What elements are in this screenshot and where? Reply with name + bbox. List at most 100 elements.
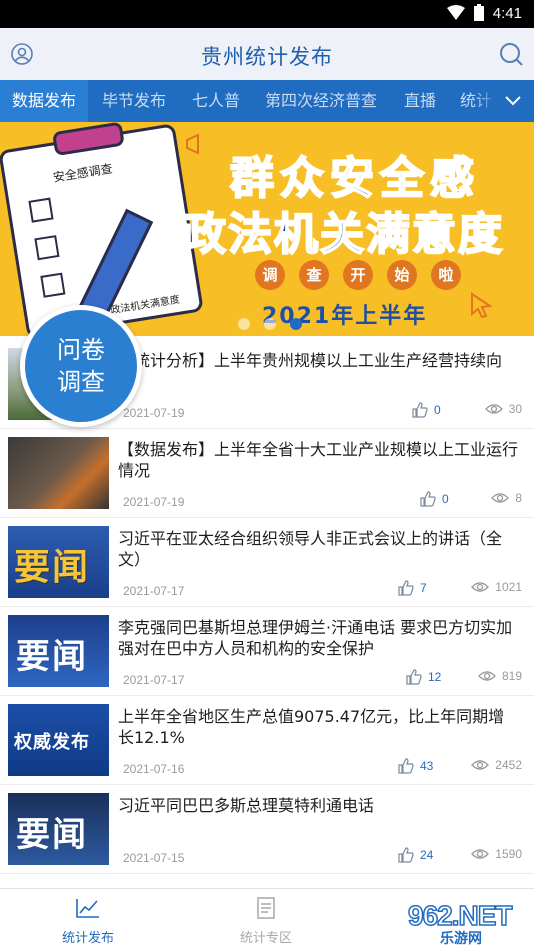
- list-item[interactable]: 要闻 习近平在亚太经合组织领导人非正式会议上的讲话（全文） 2021-07-17…: [0, 518, 534, 607]
- list-item[interactable]: 要闻 李克强同巴基斯坦总理伊姆兰·汗通电话 要求巴方切实加强对在巴中方人员和机构…: [0, 607, 534, 696]
- view-counter: 1021: [471, 580, 522, 594]
- tab-live[interactable]: 直播: [404, 80, 436, 122]
- thumbnail-text: 要闻: [16, 637, 88, 677]
- survey-label-line1: 问卷: [57, 336, 105, 364]
- banner-pill: 查: [299, 260, 329, 290]
- news-date: 2021-07-16: [123, 762, 185, 776]
- view-count: 819: [501, 669, 522, 683]
- like-count: 24: [420, 848, 434, 862]
- checkbox-icon: [34, 235, 60, 261]
- like-counter[interactable]: 43: [398, 758, 433, 774]
- status-icons: 4:41: [446, 4, 522, 22]
- watermark-sub: 乐游网: [440, 931, 482, 947]
- document-icon: [257, 897, 275, 919]
- news-title: 【数据发布】上半年全省十大工业产业规模以上工业运行情况: [118, 440, 519, 480]
- banner-headline-2: 政法机关满意度: [181, 208, 504, 261]
- view-count: 2452: [495, 758, 522, 772]
- thumbnail-text: 要闻: [16, 815, 88, 855]
- eye-icon: [471, 760, 490, 770]
- news-title: 习近平同巴巴多斯总理莫特利通电话: [118, 796, 375, 815]
- news-thumbnail: 权威发布: [8, 704, 109, 776]
- like-counter[interactable]: 12: [406, 669, 441, 685]
- eye-icon: [471, 582, 490, 592]
- news-thumbnail: 要闻: [8, 793, 109, 865]
- view-counter: 1590: [471, 847, 522, 861]
- view-counter: 2452: [471, 758, 522, 772]
- megaphone-icon: [186, 133, 199, 155]
- banner-pill: 始: [387, 260, 417, 290]
- eye-icon: [471, 849, 490, 859]
- status-bar: 4:41: [0, 0, 534, 28]
- chevron-down-icon[interactable]: [502, 89, 524, 111]
- checkbox-icon: [28, 197, 54, 223]
- banner-pill: 开: [343, 260, 373, 290]
- banner-pill: 调: [255, 260, 285, 290]
- tab-data-release[interactable]: 数据发布: [0, 80, 89, 122]
- carousel-dot[interactable]: [238, 318, 250, 330]
- eye-icon: [478, 671, 496, 681]
- news-title: 李克强同巴基斯坦总理伊姆兰·汗通电话 要求巴方切实加强对在巴中方人员和机构的安全…: [118, 618, 513, 658]
- like-count: 12: [428, 670, 442, 684]
- like-counter[interactable]: 7: [398, 580, 427, 596]
- like-counter[interactable]: 0: [412, 402, 441, 418]
- banner-headline-1: 群众安全感: [229, 152, 480, 205]
- news-date: 2021-07-19: [123, 495, 185, 509]
- list-item[interactable]: 要闻 习近平同巴巴多斯总理莫特利通电话 2021-07-15 24 1590: [0, 785, 534, 874]
- banner-pill: 啦: [431, 260, 461, 290]
- carousel-dot[interactable]: [264, 318, 276, 330]
- view-count: 1590: [495, 847, 522, 861]
- carousel-dot-active[interactable]: [290, 318, 302, 330]
- line-chart-icon: [76, 899, 99, 918]
- nav-stat-zone[interactable]: 统计专区: [206, 897, 326, 946]
- view-count: 1021: [495, 580, 522, 594]
- like-counter[interactable]: 0: [420, 491, 449, 507]
- like-count: 0: [434, 403, 441, 417]
- view-count: 8: [515, 491, 522, 505]
- news-date: 2021-07-17: [123, 584, 185, 598]
- news-title: 上半年全省地区生产总值9075.47亿元，比上年同期增长12.1%: [118, 707, 505, 747]
- thumbnail-text: 要闻: [14, 547, 91, 588]
- view-count: 30: [508, 402, 522, 416]
- news-thumbnail: 要闻: [8, 615, 109, 687]
- thumbnail-text: 权威发布: [14, 732, 90, 753]
- cursor-icon: [471, 292, 493, 319]
- app-header: 贵州统计发布: [0, 28, 534, 80]
- news-title: 【统计分析】上半年贵州规模以上工业生产经营持续向: [118, 351, 503, 370]
- thumbs-up-icon: [398, 847, 414, 863]
- like-counter[interactable]: 24: [398, 847, 433, 863]
- thumbs-up-icon: [420, 491, 436, 507]
- news-thumbnail: [8, 437, 109, 509]
- survey-float-button[interactable]: 问卷 调查: [20, 305, 142, 427]
- thumbs-up-icon: [406, 669, 422, 685]
- thumbs-up-icon: [398, 758, 414, 774]
- eye-icon: [484, 404, 503, 414]
- like-count: 0: [442, 492, 449, 506]
- nav-stat-release[interactable]: 统计发布: [28, 897, 148, 946]
- carousel-dots: [238, 318, 302, 330]
- nav-label: 统计发布: [61, 931, 114, 946]
- banner-pills: 调 查 开 始 啦: [255, 260, 461, 290]
- thumbs-up-icon: [412, 402, 428, 418]
- tab-bijie[interactable]: 毕节发布: [102, 80, 166, 122]
- news-thumbnail: 要闻: [8, 526, 109, 598]
- survey-label-line2: 调查: [57, 368, 105, 396]
- list-item[interactable]: 权威发布 上半年全省地区生产总值9075.47亿元，比上年同期增长12.1% 2…: [0, 696, 534, 785]
- page-title: 贵州统计发布: [201, 45, 333, 69]
- eye-icon: [491, 493, 510, 503]
- search-icon[interactable]: [498, 41, 524, 67]
- view-counter: 819: [478, 669, 522, 683]
- news-date: 2021-07-19: [123, 406, 185, 420]
- tab-economic-census[interactable]: 第四次经济普查: [265, 80, 377, 122]
- wifi-icon: [446, 5, 465, 20]
- like-count: 7: [420, 581, 427, 595]
- news-date: 2021-07-15: [123, 851, 185, 865]
- news-date: 2021-07-17: [123, 673, 185, 687]
- tab-census[interactable]: 七人普: [192, 80, 240, 122]
- nav-label: 统计专区: [239, 931, 292, 946]
- view-counter: 8: [491, 491, 522, 505]
- news-title: 习近平在亚太经合组织领导人非正式会议上的讲话（全文）: [118, 529, 503, 569]
- clipboard-illustration: 安全感调查 政法机关满意度: [0, 122, 204, 336]
- list-item[interactable]: 【数据发布】上半年全省十大工业产业规模以上工业运行情况 2021-07-19 0…: [0, 429, 534, 518]
- banner-carousel[interactable]: 安全感调查 政法机关满意度 群众安全感 政法机关满意度 调 查 开 始 啦 20…: [0, 122, 534, 336]
- site-watermark: 962.NET 乐游网: [400, 899, 530, 947]
